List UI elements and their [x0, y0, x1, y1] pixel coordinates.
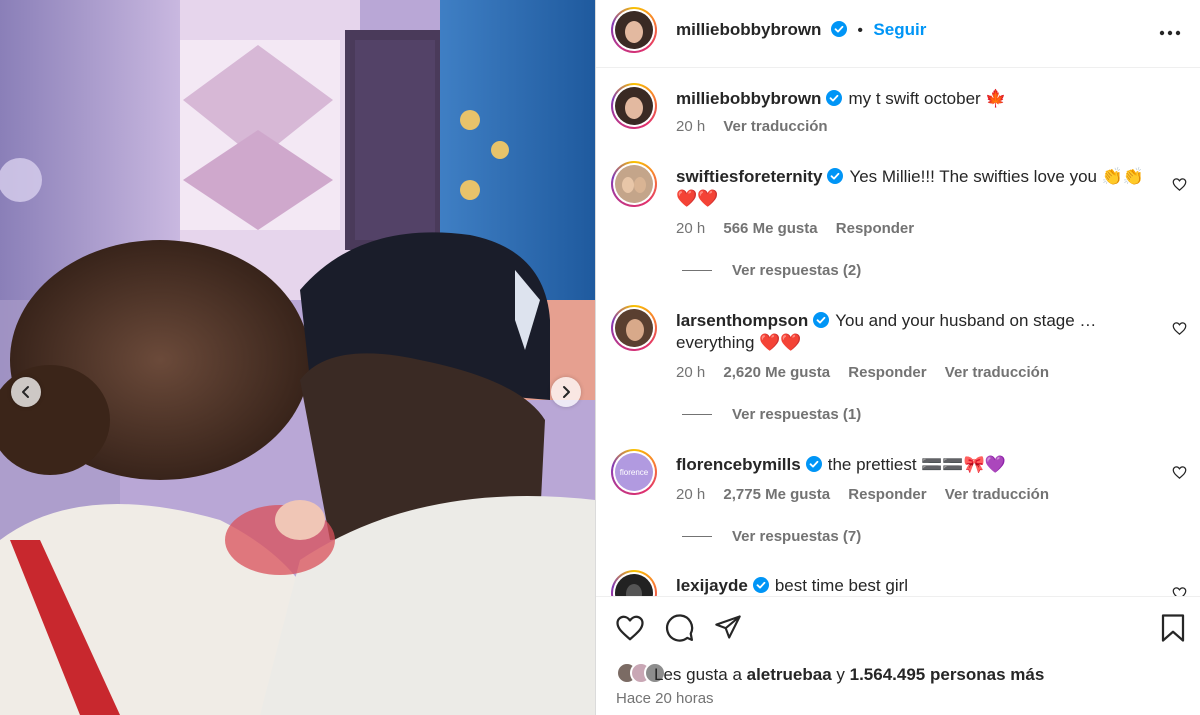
likes-user[interactable]: aletruebaa	[747, 665, 832, 684]
more-options-icon[interactable]	[1159, 22, 1181, 44]
comment-body: best time best girl	[774, 576, 909, 595]
comment-avatar[interactable]	[611, 305, 657, 351]
caption-meta: 20 h Ver traducción	[676, 118, 842, 135]
comments-list[interactable]: milliebobbybrown my t swift october 🍁 20 …	[596, 69, 1200, 596]
verified-badge-icon	[830, 21, 847, 37]
separator-dot: •	[857, 22, 863, 39]
view-replies-button[interactable]: Ver respuestas (1)	[682, 406, 861, 423]
avatar-image	[615, 574, 653, 596]
author-username[interactable]: milliebobbybrown	[676, 20, 821, 39]
comment-text: swiftiesforeternity Yes Millie!!! The swi…	[676, 166, 1146, 210]
likes-summary[interactable]: Les gusta a aletruebaa y 1.564.495 perso…	[654, 665, 1044, 685]
chevron-right-icon	[563, 386, 570, 398]
caption-avatar[interactable]	[611, 83, 657, 129]
chevron-left-icon	[22, 386, 29, 398]
author-avatar[interactable]	[611, 7, 657, 53]
comment-like-icon[interactable]	[1172, 177, 1187, 192]
post-timestamp[interactable]: Hace 20 horas	[616, 690, 714, 707]
comment-avatar[interactable]	[611, 161, 657, 207]
reply-button[interactable]: Responder	[848, 364, 926, 381]
comment-body: the prettiest 🟰🟰🎀💜	[827, 455, 1006, 474]
likes-others[interactable]: 1.564.495 personas más	[850, 665, 1045, 684]
comment-text: lexijayde best time best girl	[676, 575, 1146, 596]
view-replies-label: Ver respuestas (1)	[732, 406, 862, 423]
avatar-brand-text: florence	[619, 467, 649, 477]
view-replies-button[interactable]: Ver respuestas (2)	[682, 262, 861, 279]
post-side-panel: milliebobbybrown • Seguir milliebobbybro…	[595, 0, 1200, 715]
likes-prefix: Les gusta a	[654, 665, 747, 684]
comment-like-icon[interactable]	[1172, 465, 1187, 480]
comment-text: florencebymills the prettiest 🟰🟰🎀💜	[676, 454, 1146, 476]
comment-likes[interactable]: 566 Me gusta	[723, 220, 817, 237]
translate-link[interactable]: Ver traducción	[945, 486, 1049, 503]
comment-text: larsenthompson You and your husband on st…	[676, 310, 1146, 354]
comment-username[interactable]: swiftiesforeternity	[676, 167, 822, 186]
translate-link[interactable]: Ver traducción	[945, 364, 1049, 381]
comment-time: 20 h	[676, 486, 706, 503]
comment-likes[interactable]: 2,620 Me gusta	[723, 364, 830, 381]
comment-avatar[interactable]: florence	[611, 449, 657, 495]
comment-likes[interactable]: 2,775 Me gusta	[723, 486, 830, 503]
comment-time: 20 h	[676, 364, 706, 381]
comment-avatar[interactable]	[611, 570, 657, 596]
replies-line	[682, 414, 712, 415]
replies-line	[682, 270, 712, 271]
view-replies-button[interactable]: Ver respuestas (7)	[682, 528, 861, 545]
post-photo[interactable]	[0, 0, 595, 715]
translate-link[interactable]: Ver traducción	[723, 118, 827, 135]
verified-badge-icon	[752, 577, 769, 593]
avatar-image	[615, 11, 653, 49]
follow-button[interactable]: Seguir	[873, 20, 926, 39]
heart-icon[interactable]	[615, 613, 645, 643]
verified-badge-icon	[813, 312, 830, 328]
caption-text: milliebobbybrown my t swift october 🍁	[676, 88, 1146, 110]
comment-meta: 20 h 2,775 Me gusta Responder Ver traduc…	[676, 486, 1063, 503]
verified-badge-icon	[827, 168, 844, 184]
avatar-image	[615, 165, 653, 203]
reply-button[interactable]: Responder	[836, 220, 914, 237]
bookmark-icon[interactable]	[1160, 613, 1186, 643]
comment-meta: 20 h 2,620 Me gusta Responder Ver traduc…	[676, 364, 1063, 381]
previous-image-button[interactable]	[11, 377, 41, 407]
post-image	[0, 0, 595, 715]
comment-username[interactable]: florencebymills	[676, 455, 801, 474]
comment-meta: 20 h 566 Me gusta Responder	[676, 220, 928, 237]
next-image-button[interactable]	[551, 377, 581, 407]
reply-button[interactable]: Responder	[848, 486, 926, 503]
likes-middle: y	[831, 665, 850, 684]
caption-username[interactable]: milliebobbybrown	[676, 89, 821, 108]
comment-time: 20 h	[676, 220, 706, 237]
comment-like-icon[interactable]	[1172, 586, 1187, 596]
post-header: milliebobbybrown • Seguir	[596, 0, 1200, 68]
replies-line	[682, 536, 712, 537]
view-replies-label: Ver respuestas (7)	[732, 528, 862, 545]
comment-like-icon[interactable]	[1172, 321, 1187, 336]
caption-time: 20 h	[676, 118, 706, 135]
comment-username[interactable]: lexijayde	[676, 576, 748, 595]
verified-badge-icon	[805, 456, 822, 472]
view-replies-label: Ver respuestas (2)	[732, 262, 862, 279]
comment-icon[interactable]	[665, 613, 695, 643]
verified-badge-icon	[826, 90, 843, 106]
caption-body: my t swift october 🍁	[848, 89, 1007, 108]
avatar-image	[615, 309, 653, 347]
share-icon[interactable]	[714, 613, 742, 641]
comment-username[interactable]: larsenthompson	[676, 311, 808, 330]
avatar-image	[615, 87, 653, 125]
